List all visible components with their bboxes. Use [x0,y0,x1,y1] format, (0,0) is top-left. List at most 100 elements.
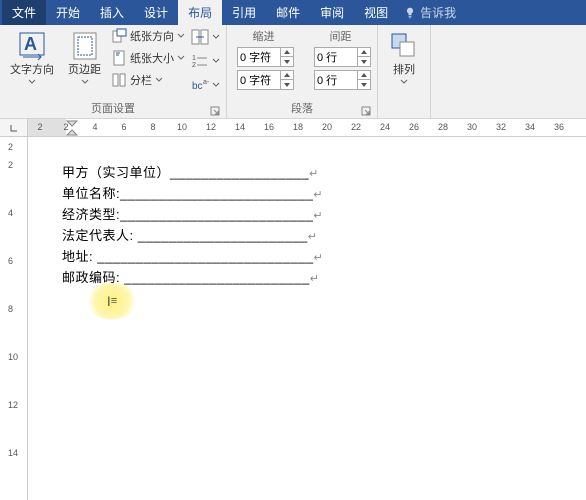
dialog-launcher-icon[interactable] [210,106,220,116]
ruler-tick: 6 [8,256,13,266]
ruler-tick: 22 [351,122,361,132]
size-label: 纸张大小 [130,50,174,66]
svg-text:bc: bc [192,81,203,92]
indent-right-field[interactable] [238,71,280,89]
spin-down[interactable] [281,80,293,89]
tab-references[interactable]: 引用 [222,0,266,25]
ruler-tick: 8 [8,304,13,314]
text-direction-button[interactable]: A 文字方向 [6,28,58,88]
indent-left-field[interactable] [238,48,280,66]
columns-button[interactable]: 分栏 [111,72,185,88]
bulb-icon [404,7,416,19]
tab-insert[interactable]: 插入 [90,0,134,25]
chevron-down-icon [212,81,220,89]
ruler-horizontal[interactable]: 224681012141618202224262830323436 [0,119,586,137]
tab-mailings[interactable]: 邮件 [266,0,310,25]
ruler-tick: 2 [8,160,13,170]
tab-view[interactable]: 视图 [354,0,398,25]
tab-file[interactable]: 文件 [2,0,46,25]
spin-up[interactable] [281,48,293,57]
svg-text:1: 1 [192,55,196,62]
dialog-launcher-icon[interactable] [361,106,371,116]
ruler-tick: 26 [409,122,419,132]
tab-layout[interactable]: 布局 [178,0,222,25]
margins-label: 页边距 [68,64,101,76]
group-arrange: 排列 [378,25,431,118]
ruler-tick: 4 [8,208,13,218]
svg-text:A: A [24,34,37,54]
ruler-tick: 10 [8,352,18,362]
page-setup-group-label: 页面设置 [6,98,220,118]
tab-review[interactable]: 审阅 [310,0,354,25]
document-page[interactable]: 甲方（实习单位）__________________↵ 单位名称:_______… [28,137,586,500]
tab-selector[interactable] [0,119,28,136]
arrange-label: 排列 [393,64,415,76]
ruler-tick: 36 [554,122,564,132]
svg-text:a-: a- [203,79,209,86]
ruler-vertical[interactable]: 22468101214 [0,137,28,500]
ribbon: A 文字方向 页边距 纸张方向 纸张大小 [0,25,586,119]
indent-left-input[interactable] [237,47,294,67]
hyphenation-icon: bca- [191,76,209,94]
ruler-tick: 16 [264,122,274,132]
ruler-tick: 2 [63,122,68,132]
ruler-tick: 14 [8,448,18,458]
doc-line: 法定代表人: ______________________↵ [62,226,586,247]
breaks-icon [191,28,209,46]
spacing-before-field[interactable] [315,48,357,66]
spacing-after-field[interactable] [315,71,357,89]
paper-size-icon [111,50,127,66]
tab-home[interactable]: 开始 [46,0,90,25]
ruler-tick: 28 [438,122,448,132]
columns-label: 分栏 [130,72,152,88]
cursor-highlight: I ≡ [84,283,140,319]
ruler-tick: 12 [206,122,216,132]
doc-line: 经济类型:_________________________↵ [62,205,586,226]
doc-line: 单位名称:_________________________↵ [62,184,586,205]
margins-button[interactable]: 页边距 [64,28,105,88]
orientation-icon [111,28,127,44]
arrange-icon [388,30,420,62]
size-button[interactable]: 纸张大小 [111,50,185,66]
ruler-tick: 4 [92,122,97,132]
spacing-sublabel: 间距 [310,28,371,44]
columns-icon [111,72,127,88]
hyphenation-button[interactable]: bca- [191,76,220,94]
tell-me-search[interactable]: 告诉我 [404,4,456,21]
chevron-down-icon [81,78,89,86]
arrange-button[interactable]: 排列 [384,28,424,88]
spin-down[interactable] [358,57,370,66]
tab-design[interactable]: 设计 [134,0,178,25]
ruler-tick: 6 [121,122,126,132]
spin-up[interactable] [358,48,370,57]
spin-down[interactable] [358,80,370,89]
margins-icon [69,30,101,62]
spacing-before-input[interactable] [314,47,371,67]
ruler-tick: 20 [322,122,332,132]
ruler-tick: 8 [150,122,155,132]
paragraph-group-label: 段落 [233,98,371,118]
ruler-tick: 2 [37,122,42,132]
chevron-down-icon [400,78,408,86]
svg-text:2: 2 [192,62,196,69]
spin-down[interactable] [281,57,293,66]
spacing-after-input[interactable] [314,70,371,90]
text-direction-label: 文字方向 [10,64,54,76]
chevron-down-icon [177,32,185,40]
ruler-tick: 10 [177,122,187,132]
chevron-down-icon [155,76,163,84]
doc-line: 甲方（实习单位）__________________↵ [62,163,586,184]
ruler-tick: 14 [235,122,245,132]
group-paragraph: 缩进 间距 [227,25,378,118]
doc-line: 邮政编码: ________________________↵ [62,268,586,289]
group-page-setup: A 文字方向 页边距 纸张方向 纸张大小 [0,25,227,118]
indent-right-input[interactable] [237,70,294,90]
line-numbers-button[interactable]: 12 [191,52,220,70]
line-numbers-icon: 12 [191,52,209,70]
chevron-down-icon [212,33,220,41]
spin-up[interactable] [358,71,370,80]
breaks-button[interactable] [191,28,220,46]
orientation-button[interactable]: 纸张方向 [111,28,185,44]
ruler-tick: 32 [496,122,506,132]
spin-up[interactable] [281,71,293,80]
